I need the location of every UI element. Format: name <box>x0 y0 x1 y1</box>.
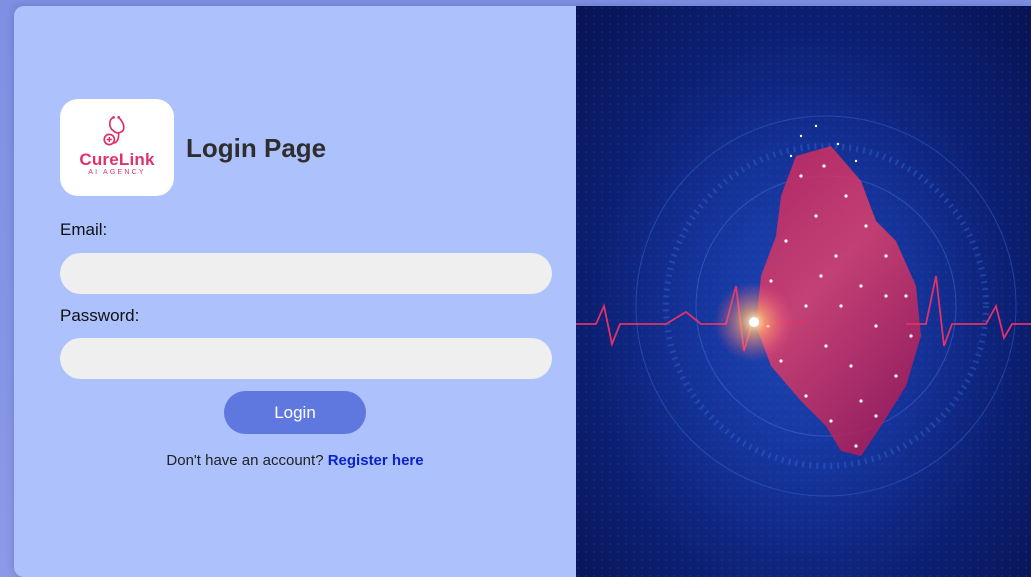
password-field[interactable] <box>60 338 552 379</box>
email-label: Email: <box>60 220 108 239</box>
login-card: CureLink AI AGENCY Login Page Email: Pas… <box>14 6 1031 577</box>
stethoscope-icon <box>103 115 125 145</box>
email-field[interactable] <box>60 253 552 294</box>
logo-name: CureLink <box>79 149 155 169</box>
hero-image <box>576 6 1031 577</box>
heart-ecg-illustration <box>576 6 1031 577</box>
register-prompt-text: Don't have an account? <box>166 452 324 469</box>
curelink-logo: CureLink AI AGENCY <box>60 99 174 196</box>
page-title: Login Page <box>186 133 327 163</box>
password-label: Password: <box>60 306 140 325</box>
login-button[interactable]: Login <box>224 391 366 434</box>
logo-tagline: AI AGENCY <box>88 168 146 176</box>
login-panel: CureLink AI AGENCY Login Page Email: Pas… <box>14 6 576 577</box>
register-link[interactable]: Register here <box>328 452 424 469</box>
register-prompt: Don't have an account? Register here <box>14 452 576 469</box>
